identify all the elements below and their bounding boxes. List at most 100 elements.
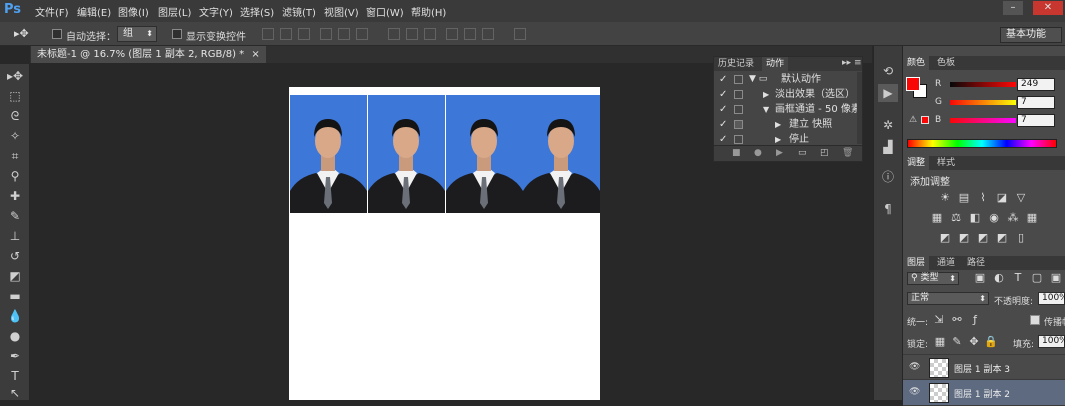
play-icon[interactable]: ▶ <box>776 148 783 158</box>
blue-slider[interactable] <box>950 118 1016 123</box>
document-tab[interactable]: 未标题-1 @ 16.7% (图层 1 副本 2, RGB/8) * × <box>31 46 266 63</box>
black-white-icon[interactable]: ◧ <box>968 212 982 224</box>
vibrance-icon[interactable]: ▽ <box>1014 192 1028 204</box>
blue-value[interactable]: 7 <box>1017 114 1055 127</box>
dialog-toggle[interactable] <box>734 135 743 144</box>
menu-window[interactable]: 窗口(W) <box>366 4 404 19</box>
filter-adjustment-icon[interactable]: ◐ <box>992 272 1006 284</box>
align-vcenter-icon[interactable] <box>280 28 292 40</box>
menu-filter[interactable]: 滤镜(T) <box>282 4 316 19</box>
distribute-bottom-icon[interactable] <box>424 28 436 40</box>
lasso-tool-icon[interactable]: ᘓ <box>4 108 26 125</box>
expand-icon[interactable]: ▶ <box>775 117 781 132</box>
history-brush-icon[interactable]: ↺ <box>4 248 26 265</box>
green-value[interactable]: 7 <box>1017 96 1055 109</box>
green-slider[interactable] <box>950 100 1016 105</box>
expand-icon[interactable]: ▶ <box>763 87 769 102</box>
align-right-icon[interactable] <box>356 28 368 40</box>
lock-transparent-icon[interactable]: ▦ <box>933 336 947 348</box>
type-tool-icon[interactable]: T <box>4 368 26 385</box>
scrollbar[interactable] <box>857 72 862 144</box>
unify-style-icon[interactable]: ƒ <box>968 314 982 326</box>
id-photo[interactable] <box>368 95 445 213</box>
eye-icon[interactable]: 👁 <box>909 362 920 372</box>
dialog-toggle[interactable] <box>734 105 743 114</box>
history-icon[interactable]: ⟲ <box>878 62 898 80</box>
panel-menu-icon[interactable]: ≡ <box>854 58 862 68</box>
distribute-vcenter-icon[interactable] <box>406 28 418 40</box>
color-spectrum-bar[interactable] <box>907 139 1057 148</box>
check-icon[interactable]: ✓ <box>719 117 729 132</box>
lock-position-icon[interactable]: ✥ <box>967 336 981 348</box>
filter-smart-icon[interactable]: ▣ <box>1049 272 1063 284</box>
color-lookup-icon[interactable]: ▦ <box>1025 212 1039 224</box>
gamut-swatch[interactable] <box>921 116 929 124</box>
opacity-input[interactable]: 100% <box>1038 292 1065 305</box>
threshold-icon[interactable]: ◩ <box>976 232 990 244</box>
close-window-button[interactable]: ✕ <box>1033 1 1063 15</box>
red-value[interactable]: 249 <box>1017 78 1055 91</box>
id-photo[interactable] <box>446 95 523 213</box>
align-hcenter-icon[interactable] <box>338 28 350 40</box>
exposure-icon[interactable]: ◪ <box>995 192 1009 204</box>
marquee-tool-icon[interactable]: ⬚ <box>4 88 26 105</box>
actions-play-icon[interactable]: ▶ <box>878 84 898 102</box>
path-select-icon[interactable]: ↖ <box>4 385 26 402</box>
id-photo[interactable] <box>290 95 367 213</box>
distribute-right-icon[interactable] <box>482 28 494 40</box>
info-icon[interactable]: ⓘ <box>878 168 898 186</box>
menu-file[interactable]: 文件(F) <box>35 4 69 19</box>
layer-name[interactable]: 图层 1 副本 2 <box>954 387 1010 400</box>
dodge-tool-icon[interactable]: ● <box>4 328 26 345</box>
align-left-icon[interactable] <box>320 28 332 40</box>
tab-layers[interactable]: 图层 <box>903 256 930 270</box>
action-row[interactable]: ✓ ▼ ▭ 默认动作 <box>715 72 862 87</box>
filter-pixel-icon[interactable]: ▣ <box>973 272 987 284</box>
distribute-left-icon[interactable] <box>446 28 458 40</box>
distribute-hcenter-icon[interactable] <box>464 28 476 40</box>
fill-input[interactable]: 100% <box>1038 335 1065 348</box>
trash-icon[interactable]: 🗑 <box>842 148 853 158</box>
channel-mixer-icon[interactable]: ⁂ <box>1006 212 1020 224</box>
tab-paths[interactable]: 路径 <box>963 256 989 270</box>
workspace-dropdown[interactable]: 基本功能 <box>1000 27 1062 43</box>
dialog-toggle[interactable] <box>734 120 743 129</box>
selective-color-icon[interactable]: ▯ <box>1014 232 1028 244</box>
layer-row[interactable]: 👁 图层 1 副本 3 <box>903 354 1065 380</box>
clone-stamp-icon[interactable]: ⊥ <box>4 228 26 245</box>
layer-name[interactable]: 图层 1 副本 3 <box>954 362 1010 375</box>
tab-history[interactable]: 历史记录 <box>714 57 758 71</box>
panel-collapse-icon[interactable]: ▸▸ <box>842 58 851 68</box>
action-row[interactable]: ✓ ▼ 画框通道 - 50 像素 <box>715 102 862 117</box>
lock-pixels-icon[interactable]: ✎ <box>950 336 964 348</box>
menu-help[interactable]: 帮助(H) <box>411 4 446 19</box>
layer-row-selected[interactable]: 👁 图层 1 副本 2 <box>903 380 1065 406</box>
invert-icon[interactable]: ◩ <box>938 232 952 244</box>
blur-tool-icon[interactable]: 💧 <box>4 308 26 325</box>
menu-type[interactable]: 文字(Y) <box>199 4 233 19</box>
action-row[interactable]: ✓ ▶ 淡出效果（选区） <box>715 87 862 102</box>
hue-saturation-icon[interactable]: ▦ <box>930 212 944 224</box>
gradient-map-icon[interactable]: ◩ <box>995 232 1009 244</box>
menu-edit[interactable]: 编辑(E) <box>77 4 111 19</box>
action-row[interactable]: ✓ ▶ 停止 <box>715 132 862 144</box>
stop-icon[interactable]: ■ <box>732 148 741 158</box>
histogram-icon[interactable]: ▟ <box>878 138 898 156</box>
crop-tool-icon[interactable]: ⌗ <box>4 148 26 165</box>
eraser-icon[interactable]: ◩ <box>4 268 26 285</box>
auto-select-dropdown[interactable]: 组 ⬍ <box>117 26 157 42</box>
move-tool-icon[interactable]: ▸✥ <box>14 27 29 40</box>
filter-type-icon[interactable]: T <box>1011 272 1025 284</box>
filter-shape-icon[interactable]: ▢ <box>1030 272 1044 284</box>
new-action-icon[interactable]: ◰ <box>820 148 829 158</box>
expand-icon[interactable]: ▶ <box>775 132 781 144</box>
menu-layer[interactable]: 图层(L) <box>158 4 191 19</box>
tab-color[interactable]: 颜色 <box>903 56 930 70</box>
layer-filter-dropdown[interactable]: ⚲ 类型 ⬍ <box>907 272 959 285</box>
tab-actions[interactable]: 动作 <box>762 57 789 71</box>
action-row[interactable]: ✓ ▶ 建立 快照 <box>715 117 862 132</box>
eyedropper-icon[interactable]: ⚲ <box>4 168 26 185</box>
auto-align-icon[interactable] <box>514 28 526 40</box>
eye-icon[interactable]: 👁 <box>909 387 920 397</box>
check-icon[interactable]: ✓ <box>719 102 729 117</box>
